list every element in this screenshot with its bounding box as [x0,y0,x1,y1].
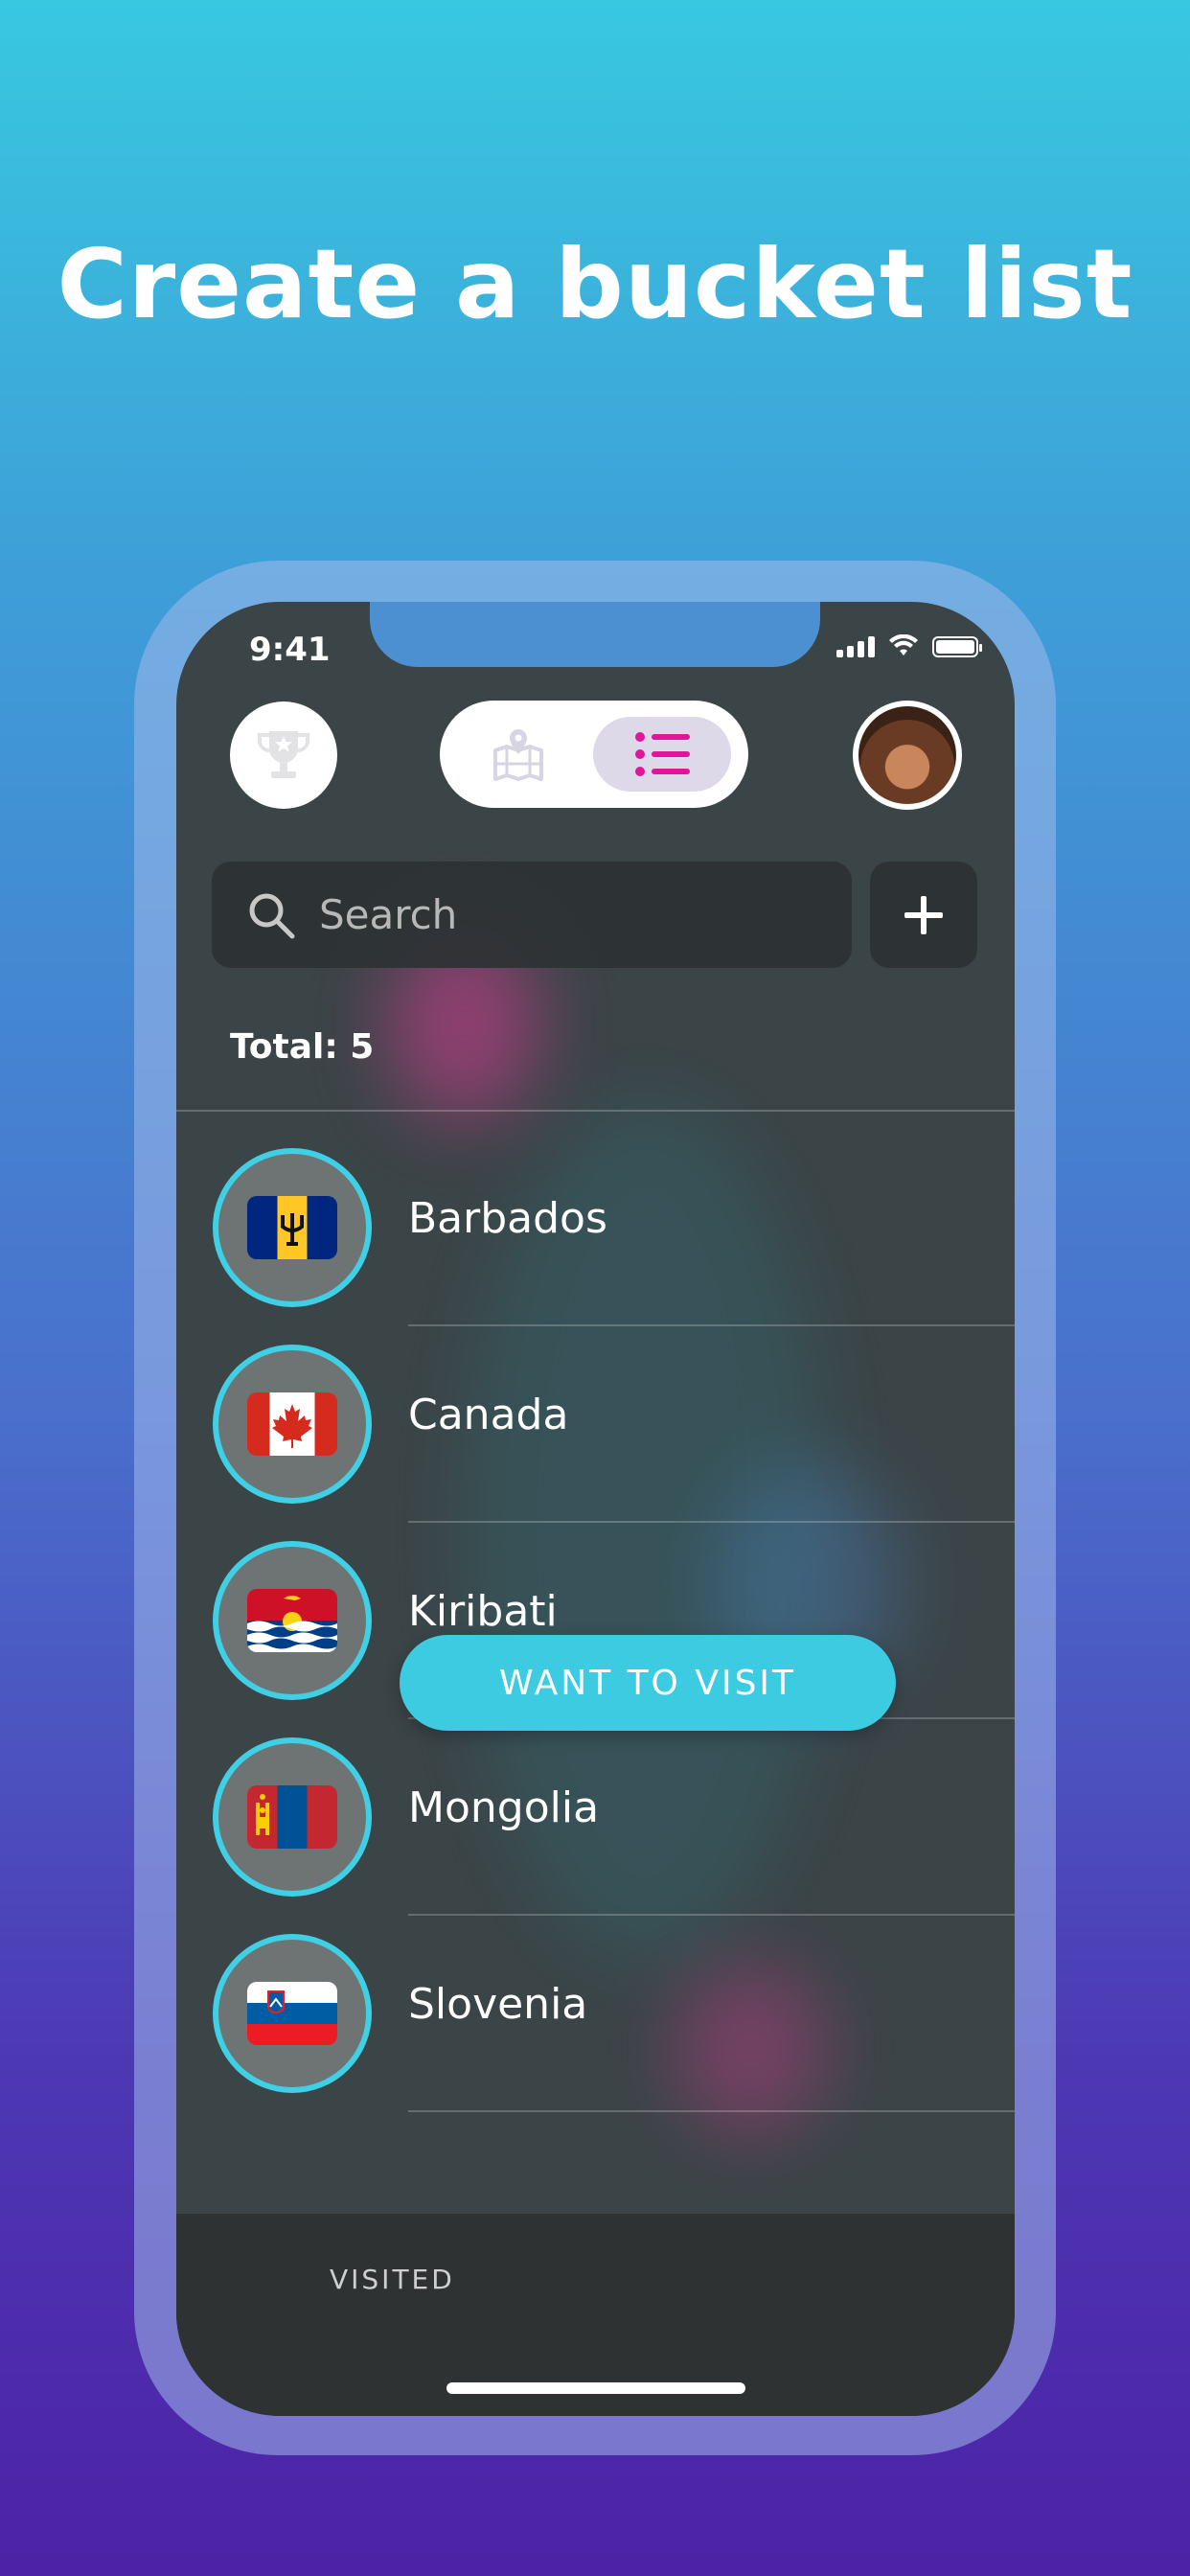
wifi-icon [889,634,918,656]
visited-tab[interactable]: VISITED [330,2264,455,2295]
want-to-visit-tab[interactable]: WANT TO VISIT [400,1635,896,1731]
country-name: Kiribati [408,1587,558,1636]
divider [408,1914,1015,1916]
search-icon [249,893,295,938]
map-view-toggle[interactable] [490,725,547,783]
country-name: Canada [408,1391,569,1439]
trophy-button[interactable] [230,702,337,809]
notch [370,602,820,667]
list-view-toggle[interactable] [593,717,731,792]
flag-badge [213,1541,372,1700]
slovenia-flag-icon [247,1982,337,2045]
flag-badge [213,1934,372,2093]
add-country-button[interactable] [870,862,977,968]
status-time: 9:41 [249,631,331,669]
phone-screen: 9:41 Search Total: 5 Barbados Canada Kir… [176,602,1015,2416]
trophy-icon [258,731,309,778]
divider [408,1324,1015,1326]
divider [176,1110,1015,1112]
divider [408,1521,1015,1523]
country-name: Slovenia [408,1980,588,2029]
country-name: Mongolia [408,1783,600,1832]
map-icon [493,729,543,781]
country-name: Barbados [408,1194,607,1243]
canada-flag-icon [247,1392,337,1456]
avatar-photo [858,706,956,804]
battery-icon [932,636,982,657]
search-field[interactable] [212,862,852,968]
plus-icon [904,895,943,934]
list-item[interactable]: Barbados [176,1148,1015,1345]
kiribati-flag-icon [247,1589,337,1652]
barbados-flag-icon [247,1196,337,1259]
cellular-signal-icon [836,636,875,657]
total-count: Total: 5 [230,1027,375,1067]
search-input[interactable] [317,890,819,939]
home-indicator[interactable] [446,2382,745,2394]
status-icons [836,634,982,657]
view-toggle [440,701,748,808]
list-item[interactable]: Mongolia [176,1737,1015,1934]
list-icon [635,732,690,776]
profile-avatar[interactable] [853,701,962,810]
flag-badge [213,1737,372,1897]
flag-badge [213,1345,372,1504]
list-item[interactable]: Canada [176,1345,1015,1541]
flag-badge [213,1148,372,1307]
list-item[interactable]: Slovenia [176,1934,1015,2130]
mongolia-flag-icon [247,1785,337,1849]
divider [408,2110,1015,2112]
headline: Create a bucket list [57,228,1133,340]
